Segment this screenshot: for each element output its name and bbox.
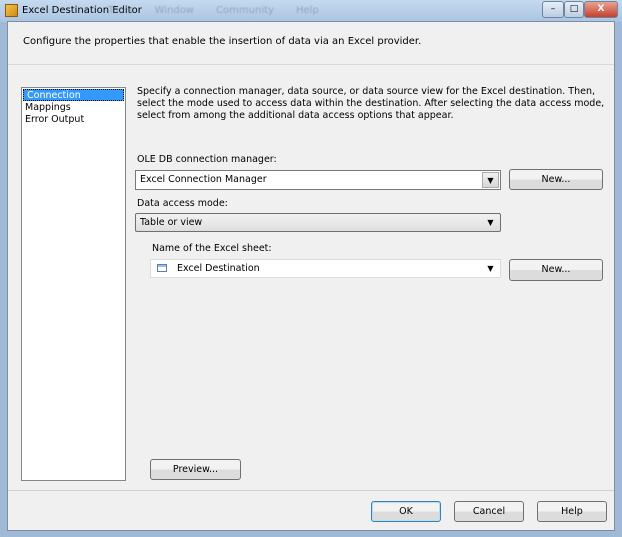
nav-item-error-output[interactable]: Error Output <box>22 114 125 126</box>
bg-menu-item: Help <box>295 5 319 16</box>
bg-menu-item: Community <box>216 5 274 16</box>
title-bar: Excel Destination Editor Tools Window Co… <box>0 0 622 22</box>
dialog-description: Configure the properties that enable the… <box>23 36 422 47</box>
help-button[interactable]: Help <box>537 501 607 522</box>
app-icon <box>5 4 18 17</box>
bg-menu-item: Window <box>154 5 195 16</box>
access-mode-label: Data access mode: <box>137 198 228 209</box>
bg-menu-item: Tools <box>108 5 133 16</box>
maximize-button[interactable]: □ <box>564 1 584 18</box>
sheet-value: Excel Destination <box>177 263 260 274</box>
new-connection-button[interactable]: New... <box>509 169 603 190</box>
connection-manager-combo[interactable]: Excel Connection Manager ▼ <box>135 170 501 190</box>
background-menu: Tools Window Community Help <box>108 5 319 16</box>
chevron-down-icon[interactable]: ▼ <box>482 172 499 188</box>
cancel-button[interactable]: Cancel <box>454 501 524 522</box>
header-divider <box>8 64 614 65</box>
ok-button[interactable]: OK <box>371 501 441 522</box>
footer-divider <box>8 490 614 491</box>
access-mode-value: Table or view <box>140 217 203 228</box>
access-mode-combo[interactable]: Table or view ▼ <box>135 213 501 232</box>
chevron-down-icon[interactable]: ▼ <box>482 215 499 230</box>
new-sheet-button[interactable]: New... <box>509 259 603 281</box>
chevron-down-icon[interactable]: ▼ <box>482 261 499 276</box>
intro-text: Specify a connection manager, data sourc… <box>137 86 605 121</box>
sheet-combo[interactable]: Excel Destination ▼ <box>150 259 501 278</box>
nav-item-connection-manager[interactable]: Connection Manager <box>23 89 124 113</box>
minimize-button[interactable]: – <box>542 1 564 18</box>
nav-item-mappings[interactable]: Mappings <box>22 102 125 114</box>
sheet-label: Name of the Excel sheet: <box>152 243 272 254</box>
table-icon <box>157 264 167 272</box>
connection-label: OLE DB connection manager: <box>137 154 277 165</box>
nav-list: Connection Manager Mappings Error Output <box>21 87 126 481</box>
close-button[interactable]: X <box>584 1 618 18</box>
connection-value: Excel Connection Manager <box>140 174 267 185</box>
preview-button[interactable]: Preview... <box>150 459 241 480</box>
